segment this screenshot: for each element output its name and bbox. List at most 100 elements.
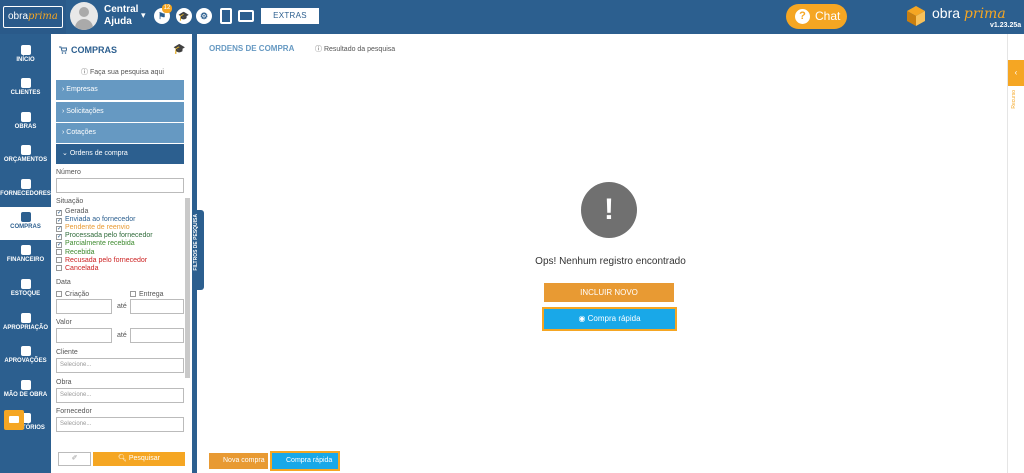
compra-rapida-small-button[interactable]: Compra rápida — [270, 451, 340, 471]
sidebar-item-7[interactable]: ESTOQUE — [0, 274, 51, 307]
obra-select[interactable]: Selecione... — [56, 388, 184, 403]
situacao-label: Parcialmente recebida — [65, 240, 135, 248]
chevron-left-icon[interactable]: ‹ — [1008, 60, 1024, 86]
eraser-icon: ✐ — [71, 455, 78, 462]
entrega-label: Entrega — [139, 291, 164, 298]
calculator-icon — [20, 245, 31, 255]
entrega-checkbox[interactable]: Entrega — [130, 291, 164, 299]
sidebar-item-8[interactable]: APROPRIAÇÃO — [0, 308, 51, 341]
check-list-icon — [20, 346, 31, 356]
workers-icon — [20, 380, 31, 390]
situacao-label: Gerada — [65, 208, 89, 215]
page-title: ORDENS DE COMPRA — [209, 44, 295, 53]
chevron-down-icon[interactable]: ▾ — [141, 10, 146, 21]
document-icon — [20, 145, 31, 155]
sidebar-item-label: ESTOQUE — [10, 291, 41, 297]
search-button[interactable]: 🔍︎ Pesquisar — [93, 452, 185, 466]
compra-rapida-button[interactable]: ◉ Compra rápida — [542, 307, 677, 331]
section-cotacoes[interactable]: › Cotações — [56, 123, 184, 143]
gear-icon[interactable]: ⚙ — [196, 8, 212, 24]
brand-cube-icon — [907, 6, 925, 26]
sidebar-item-3[interactable]: ORÇAMENTOS — [0, 140, 51, 173]
compra-rapida-small-label: Compra rápida — [286, 457, 333, 464]
section-label: Cotações — [66, 129, 96, 136]
chat-label: Chat — [815, 9, 841, 23]
situacao-checkbox[interactable]: ✓ Processada pelo fornecedor — [56, 232, 153, 241]
brand-name: obra prima — [932, 5, 1006, 22]
app-root: obraprima Central Ajuda ▾ ⚑ 12 🎓 ⚙ EXTRA… — [0, 0, 1024, 473]
sidebar-item-10[interactable]: MÃO DE OBRA — [0, 375, 51, 408]
sidebar-item-5[interactable]: COMPRAS — [0, 207, 51, 240]
sidebar-item-9[interactable]: APROVAÇÕES — [0, 341, 51, 374]
data-inicio-input[interactable] — [56, 299, 112, 314]
situacao-checkbox[interactable]: Recusada pelo fornecedor — [56, 256, 148, 265]
recurso-tab[interactable]: Recurso — [1008, 90, 1024, 120]
boxes-icon — [20, 279, 31, 289]
sidebar-item-label: FINANCEIRO — [6, 257, 45, 263]
situacao-checkbox[interactable]: ✓ Gerada — [56, 208, 88, 216]
brand-text: obra — [932, 5, 961, 21]
criacao-checkbox[interactable]: Criação — [56, 291, 89, 299]
building-icon — [20, 112, 31, 122]
section-label: Empresas — [66, 86, 98, 93]
chat-button[interactable]: ? Chat — [786, 4, 847, 29]
situacao-checkbox[interactable]: ✓ Enviada ao fornecedor — [56, 216, 136, 225]
help-chat-icon[interactable] — [4, 410, 24, 430]
sidebar-item-6[interactable]: FINANCEIRO — [0, 240, 51, 273]
numero-label: Número — [56, 169, 81, 176]
compra-rapida-label: Compra rápida — [587, 314, 641, 323]
cliente-select[interactable]: Selecione... — [56, 358, 184, 373]
situacao-label: Situação — [56, 198, 84, 205]
incluir-novo-button[interactable]: INCLUIR NOVO — [544, 283, 674, 302]
situacao-checkbox[interactable]: Recebida — [56, 248, 95, 257]
checkbox-box — [130, 291, 136, 297]
valor-fim-input[interactable] — [130, 328, 184, 343]
mobile-icon[interactable] — [220, 8, 232, 24]
section-solicitacoes[interactable]: › Solicitações — [56, 102, 184, 122]
sidebar-item-2[interactable]: OBRAS — [0, 107, 51, 140]
sidebar-item-4[interactable]: FORNECEDORES — [0, 174, 51, 207]
extras-button[interactable]: EXTRAS — [261, 8, 319, 24]
person-icon — [20, 78, 31, 88]
graduation-cap-icon[interactable]: 🎓 — [176, 8, 192, 24]
situacao-label: Recusada pelo fornecedor — [65, 256, 148, 264]
numero-input[interactable] — [56, 178, 184, 193]
situacao-checkbox[interactable]: ✓ Parcialmente recebida — [56, 240, 135, 249]
exclamation-icon: ! — [581, 182, 637, 238]
user-menu[interactable]: Central Ajuda — [104, 4, 138, 28]
app-logo[interactable]: obraprima — [0, 0, 66, 34]
monitor-icon[interactable] — [238, 10, 254, 22]
version-label: v1.23.25a — [990, 22, 1022, 29]
situacao-checkbox[interactable]: Cancelada — [56, 264, 98, 273]
panel-scrollbar[interactable] — [185, 198, 190, 378]
clear-button[interactable]: ✐ — [58, 452, 91, 466]
valor-inicio-input[interactable] — [56, 328, 112, 343]
logo-text: obra — [8, 11, 29, 22]
section-ordens-de-compra[interactable]: ⌄ Ordens de compra — [56, 144, 184, 164]
question-icon: ? — [795, 9, 810, 24]
obra-label: Obra — [56, 379, 72, 386]
graduation-cap-icon[interactable]: 🎓 — [173, 45, 185, 55]
result-hint: ⓘ Resultado da pesquisa — [315, 44, 395, 54]
user-name-line2: Ajuda — [104, 16, 132, 27]
section-empresas[interactable]: › Empresas — [56, 80, 184, 100]
bag-icon: ◉ — [578, 314, 588, 323]
sidebar-item-label: ORÇAMENTOS — [3, 157, 48, 163]
situacao-label: Enviada ao fornecedor — [65, 216, 136, 224]
fornecedor-select[interactable]: Selecione... — [56, 417, 184, 432]
cliente-label: Cliente — [56, 349, 78, 356]
criacao-label: Criação — [65, 291, 90, 298]
valor-label: Valor — [56, 319, 72, 326]
search-icon: 🔍︎ — [118, 455, 129, 462]
sidebar-item-1[interactable]: CLIENTES — [0, 73, 51, 106]
panel-title: COMPRAS — [71, 45, 118, 55]
sidebar-item-0[interactable]: INÍCIO — [0, 40, 51, 73]
data-fim-input[interactable] — [130, 299, 184, 314]
avatar[interactable] — [70, 2, 98, 30]
user-name-line1: Central — [104, 4, 139, 15]
filtros-toggle-tab[interactable]: FILTROS DE PESQUISA — [192, 210, 204, 290]
situacao-checkbox[interactable]: ✓ Pendente de reenvio — [56, 224, 130, 233]
nova-compra-button[interactable]: Nova compra — [209, 453, 268, 469]
situacao-label: Processada pelo fornecedor — [65, 232, 153, 240]
check-icon: ✓ — [56, 242, 63, 249]
